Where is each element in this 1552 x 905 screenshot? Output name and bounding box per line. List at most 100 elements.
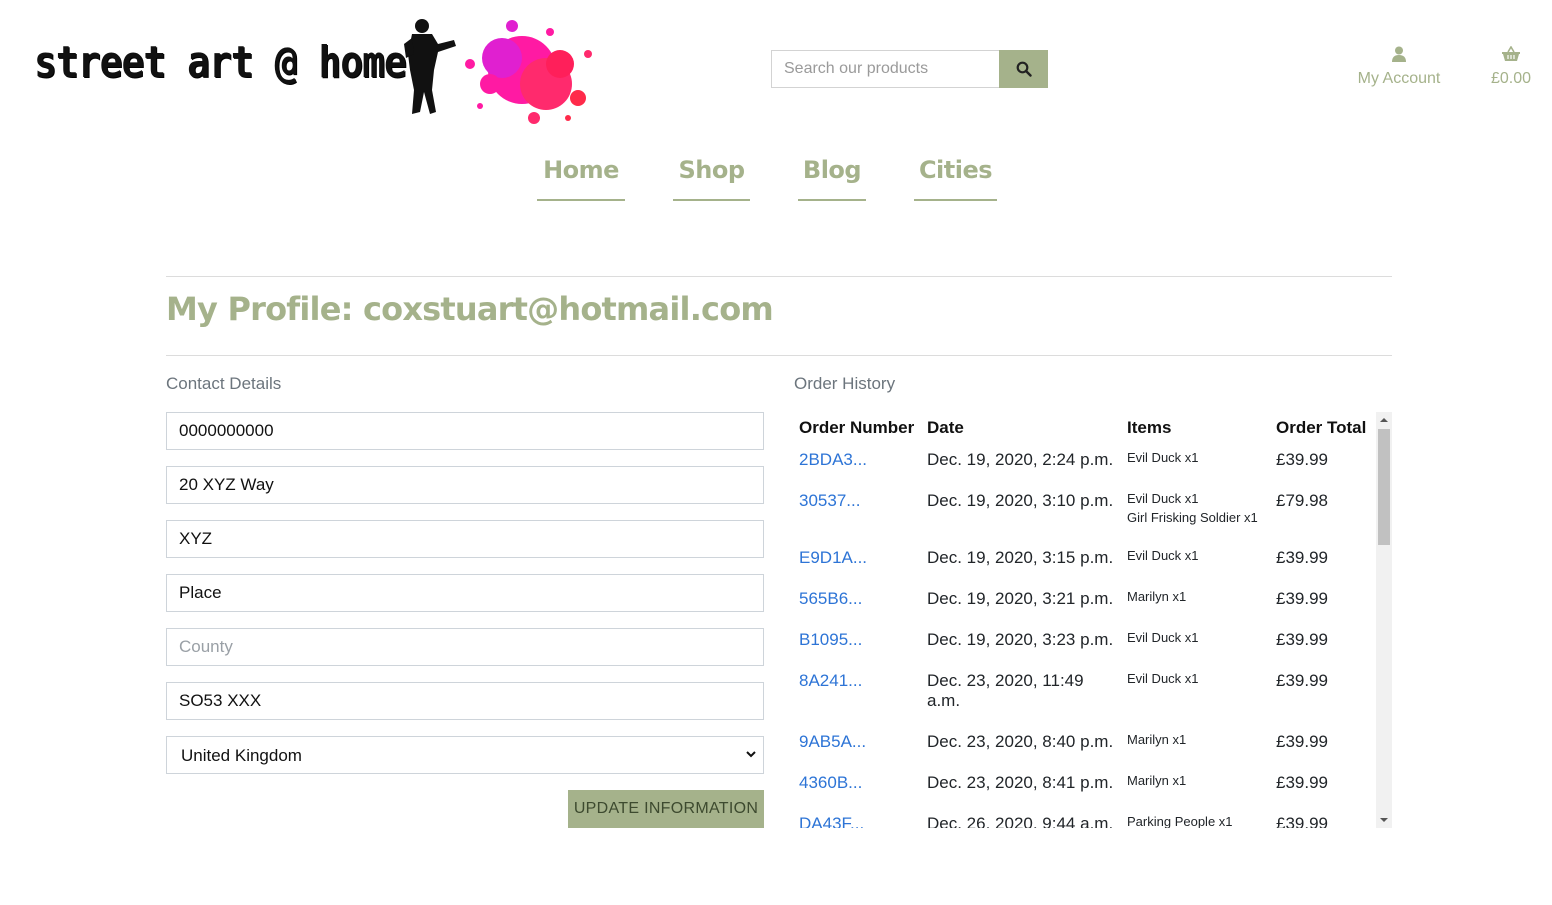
address-line2-field[interactable] [166, 520, 764, 558]
order-items-cell: Evil Duck x1 [1122, 542, 1271, 583]
county-field[interactable] [166, 628, 764, 666]
paint-splash-icon [465, 20, 592, 124]
my-account-link[interactable]: My Account [1345, 46, 1453, 88]
table-row: 4360B... Dec. 23, 2020, 8:41 p.m. Marilyn … [794, 767, 1376, 808]
graffiti-artist-icon [404, 19, 456, 114]
order-date-cell: Dec. 19, 2020, 3:10 p.m. [927, 491, 1114, 510]
order-items-cell: Evil Duck x1 Girl Frisking Soldier x1 [1122, 485, 1271, 542]
scroll-down-arrow-icon[interactable] [1376, 812, 1392, 828]
user-icon [1345, 46, 1453, 66]
nav-cities[interactable]: Cities [914, 152, 997, 201]
order-items-cell: Marilyn x1 [1122, 767, 1271, 808]
search-button[interactable] [999, 50, 1048, 88]
order-number-link[interactable]: 30537... [799, 491, 860, 510]
logo-text: street art @ home [34, 36, 407, 88]
order-item-line: Evil Duck x1 [1127, 630, 1199, 645]
order-date-cell: Dec. 19, 2020, 3:23 p.m. [927, 630, 1114, 649]
nav-home[interactable]: Home [537, 152, 625, 201]
order-date-cell: Dec. 26, 2020, 9:44 a.m. [927, 814, 1114, 828]
phone-field[interactable] [166, 412, 764, 450]
order-number-cell: 8A241... [794, 665, 922, 726]
order-date-cell: Dec. 19, 2020, 2:24 p.m. [927, 450, 1114, 469]
table-row: 565B6... Dec. 19, 2020, 3:21 p.m. Marilyn … [794, 583, 1376, 624]
order-items-cell: Evil Duck x1 [1122, 624, 1271, 665]
column-header-order-number: Order Number [799, 418, 915, 437]
order-date-cell: Dec. 23, 2020, 8:40 p.m. [927, 732, 1114, 751]
order-total-cell: £79.98 [1276, 491, 1328, 510]
scroll-thumb[interactable] [1378, 429, 1390, 545]
table-row: 30537... Dec. 19, 2020, 3:10 p.m. Evil Duc… [794, 485, 1376, 542]
order-date-cell: Dec. 23, 2020, 8:41 p.m. [927, 773, 1114, 792]
order-total-cell: £39.99 [1276, 814, 1328, 828]
order-total-cell: £39.99 [1276, 548, 1328, 567]
order-number-link[interactable]: E9D1A... [799, 548, 867, 567]
order-number-link[interactable]: 4360B... [799, 773, 862, 792]
order-items-cell: Parking People x1 [1122, 808, 1271, 828]
order-number-cell: 4360B... [794, 767, 922, 808]
site-logo[interactable]: street art @ home [30, 14, 600, 130]
order-items-cell: Marilyn x1 [1122, 726, 1271, 767]
update-information-button[interactable]: UPDATE INFORMATION [568, 790, 764, 828]
order-number-cell: 9AB5A... [794, 726, 922, 767]
basket-icon [1482, 45, 1540, 66]
table-row: B1095... Dec. 19, 2020, 3:23 p.m. Evil Duc… [794, 624, 1376, 665]
basket-link[interactable]: £0.00 [1482, 45, 1540, 88]
order-number-cell: B1095... [794, 624, 922, 665]
town-field[interactable] [166, 574, 764, 612]
order-number-link[interactable]: 8A241... [799, 671, 862, 690]
contact-details-heading: Contact Details [166, 374, 282, 393]
search-icon [1016, 61, 1032, 77]
order-items-cell: Evil Duck x1 [1122, 444, 1271, 485]
order-history-table-container[interactable]: Order Number Date Items Order Total 2BDA… [794, 412, 1392, 828]
table-row: DA43F... Dec. 26, 2020, 9:44 a.m. Parking … [794, 808, 1376, 828]
order-number-link[interactable]: 565B6... [799, 589, 862, 608]
order-item-line: Evil Duck x1 [1127, 671, 1199, 686]
table-row: 8A241... Dec. 23, 2020, 11:49 a.m. Evil Du… [794, 665, 1376, 726]
order-history-table: Order Number Date Items Order Total 2BDA… [794, 412, 1376, 828]
search-input[interactable] [771, 50, 999, 88]
order-number-cell: E9D1A... [794, 542, 922, 583]
order-item-line: Evil Duck x1 [1127, 450, 1199, 465]
order-total-cell: £39.99 [1276, 773, 1328, 792]
order-total-cell: £39.99 [1276, 630, 1328, 649]
order-item-line: Evil Duck x1 [1127, 491, 1199, 506]
order-total-cell: £39.99 [1276, 671, 1328, 690]
postcode-field[interactable] [166, 682, 764, 720]
nav-blog[interactable]: Blog [798, 152, 866, 201]
order-number-link[interactable]: DA43F... [799, 814, 864, 828]
order-item-line: Parking People x1 [1127, 814, 1233, 828]
order-total-cell: £39.99 [1276, 589, 1328, 608]
order-number-link[interactable]: 9AB5A... [799, 732, 866, 751]
order-number-link[interactable]: B1095... [799, 630, 862, 649]
table-header-row: Order Number Date Items Order Total [794, 412, 1376, 444]
table-row: E9D1A... Dec. 19, 2020, 3:15 p.m. Evil Duc… [794, 542, 1376, 583]
divider [166, 276, 1392, 277]
scroll-up-arrow-icon[interactable] [1376, 412, 1392, 428]
table-row: 2BDA3... Dec. 19, 2020, 2:24 p.m. Evil Duc… [794, 444, 1376, 485]
order-number-cell: DA43F... [794, 808, 922, 828]
nav-shop[interactable]: Shop [673, 152, 750, 201]
order-history-scrollbar[interactable] [1376, 412, 1392, 828]
search-bar [771, 50, 1048, 88]
order-total-cell: £39.99 [1276, 450, 1328, 469]
order-number-cell: 2BDA3... [794, 444, 922, 485]
order-item-line: Marilyn x1 [1127, 773, 1187, 788]
order-number-link[interactable]: 2BDA3... [799, 450, 867, 469]
order-item-line: Girl Frisking Soldier x1 [1127, 510, 1258, 525]
order-item-line: Marilyn x1 [1127, 732, 1187, 747]
order-item-line: Evil Duck x1 [1127, 548, 1199, 563]
order-number-cell: 565B6... [794, 583, 922, 624]
divider [166, 355, 1392, 356]
address-line1-field[interactable] [166, 466, 764, 504]
order-date-cell: Dec. 23, 2020, 11:49 a.m. [927, 671, 1084, 710]
page-title: My Profile: coxstuart@hotmail.com [166, 290, 774, 328]
my-account-label: My Account [1357, 70, 1441, 87]
column-header-date: Date [927, 418, 964, 437]
main-nav: Home Shop Blog Cities [0, 152, 1552, 202]
basket-total: £0.00 [1490, 70, 1532, 87]
column-header-order-total: Order Total [1276, 418, 1367, 437]
order-number-cell: 30537... [794, 485, 922, 542]
order-history-heading: Order History [794, 374, 896, 393]
country-select[interactable]: United Kingdom [166, 736, 764, 774]
order-date-cell: Dec. 19, 2020, 3:15 p.m. [927, 548, 1114, 567]
